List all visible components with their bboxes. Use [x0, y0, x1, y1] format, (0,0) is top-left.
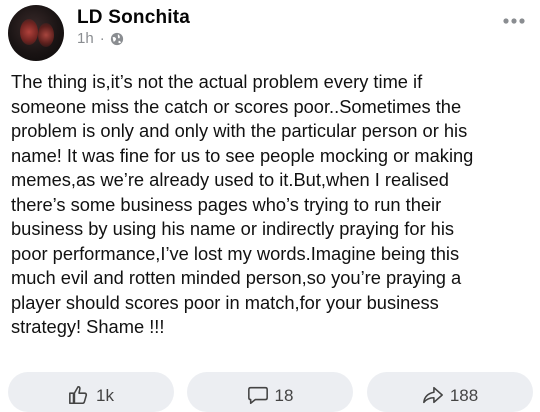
comment-button[interactable]: 18 — [187, 372, 353, 412]
comment-bubble-icon — [247, 386, 268, 405]
author-avatar[interactable] — [8, 5, 64, 61]
avatar-figure-left — [20, 19, 38, 45]
comment-count: 18 — [274, 386, 294, 405]
like-button[interactable]: 1k — [8, 372, 174, 412]
like-count: 1k — [96, 386, 114, 405]
post-time[interactable]: 1h — [77, 30, 94, 47]
avatar-figure-right — [38, 23, 54, 47]
post-body: The thing is,it’s not the actual problem… — [11, 71, 474, 337]
more-horizontal-icon[interactable] — [502, 14, 526, 26]
author-name[interactable]: LD Sonchita — [77, 7, 190, 29]
globe-icon — [110, 32, 124, 46]
share-count: 188 — [449, 386, 479, 405]
post-meta: 1h · — [77, 30, 124, 47]
thumbs-up-icon — [69, 385, 88, 405]
meta-separator: · — [99, 30, 105, 47]
share-button[interactable]: 188 — [367, 372, 533, 412]
post-action-bar: 1k 18 188 — [0, 372, 540, 412]
post-header: LD Sonchita 1h · — [0, 0, 540, 66]
share-arrow-icon — [422, 386, 443, 404]
